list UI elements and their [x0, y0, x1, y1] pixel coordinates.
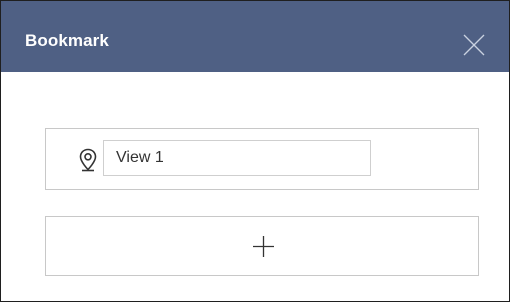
bookmark-name-input[interactable] [103, 140, 371, 176]
bookmark-item[interactable] [45, 128, 479, 190]
map-pin-icon [79, 148, 97, 172]
widget-title: Bookmark [25, 31, 109, 50]
add-bookmark-button[interactable] [45, 216, 479, 276]
plus-icon [253, 236, 274, 257]
bookmark-widget-panel: Bookmark [0, 0, 510, 302]
close-button[interactable] [463, 34, 485, 56]
close-icon [463, 34, 485, 56]
widget-header: Bookmark [1, 1, 509, 72]
